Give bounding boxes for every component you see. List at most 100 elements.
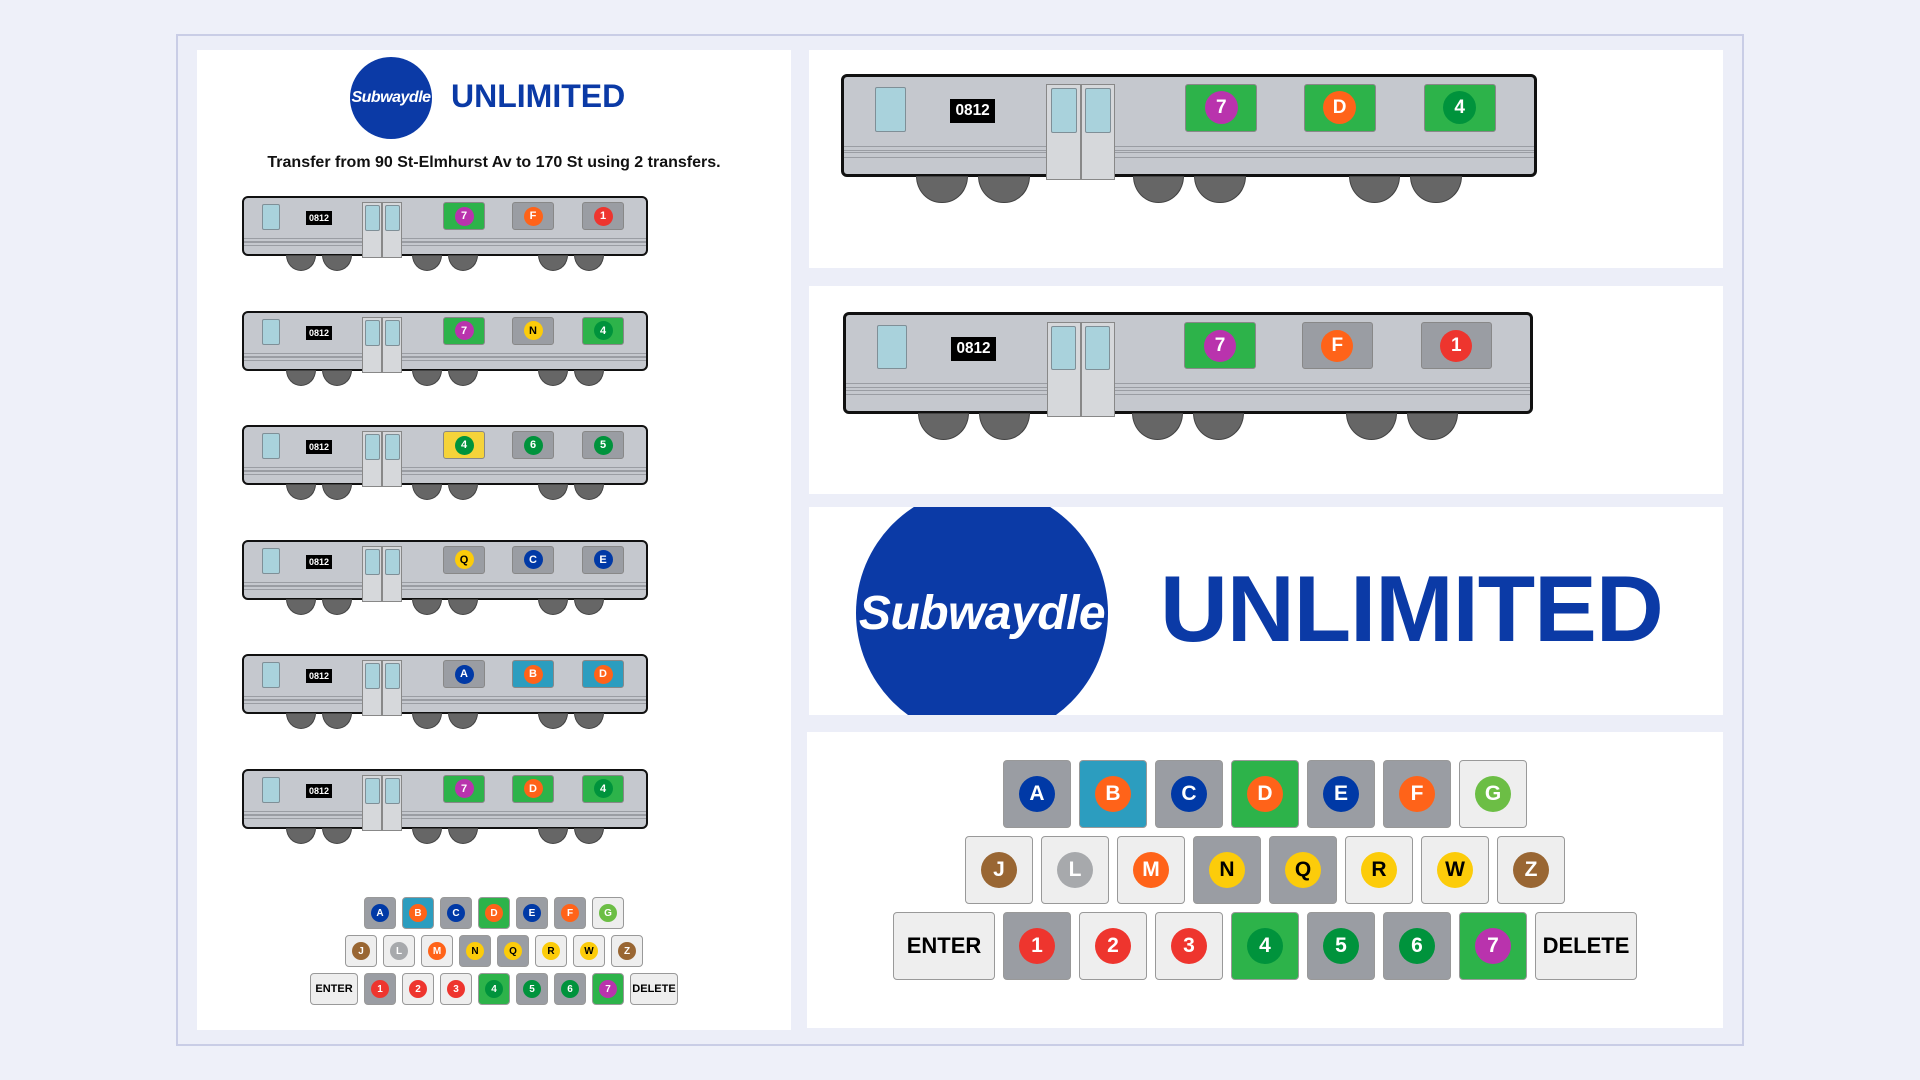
small-key-1[interactable]: 1 <box>364 973 396 1005</box>
car-wheel <box>448 827 478 844</box>
small-key-6[interactable]: 6 <box>554 973 586 1005</box>
car-door <box>1080 83 1115 180</box>
route-bullet-r: R <box>542 942 560 960</box>
small-key-j[interactable]: J <box>345 935 377 967</box>
car-wheel <box>574 484 604 500</box>
guess-car-6: 0812 7 D 4 <box>242 768 648 845</box>
car-window <box>262 547 280 574</box>
key-6[interactable]: 6 <box>1383 912 1451 980</box>
key-a[interactable]: A <box>1003 760 1071 828</box>
key-g[interactable]: G <box>1459 760 1527 828</box>
small-key-e[interactable]: E <box>516 897 548 929</box>
route-slot-1: A <box>443 660 485 688</box>
car-body: 0812 7 F 1 <box>843 312 1534 417</box>
small-key-7[interactable]: 7 <box>592 973 624 1005</box>
zoom-guess-car-1: 0812 7 D 4 <box>841 74 1538 204</box>
car-wheel <box>978 175 1030 204</box>
car-door <box>382 431 402 487</box>
route-slot-2: 6 <box>512 431 554 459</box>
small-key-delete[interactable]: DELETE <box>630 973 678 1005</box>
key-5[interactable]: 5 <box>1307 912 1375 980</box>
car-wheel <box>917 413 969 441</box>
key-7[interactable]: 7 <box>1459 912 1527 980</box>
key-3[interactable]: 3 <box>1155 912 1223 980</box>
car-wheel <box>286 484 316 500</box>
small-key-n[interactable]: N <box>459 935 491 967</box>
car-door <box>382 774 402 831</box>
door-window <box>1084 326 1111 371</box>
game-panel: Subwaydle UNLIMITED Transfer from 90 St-… <box>197 50 791 1030</box>
route-bullet-6: 6 <box>561 980 579 998</box>
small-key-a[interactable]: A <box>364 897 396 929</box>
car-stripe <box>846 389 1531 396</box>
small-key-g[interactable]: G <box>592 897 624 929</box>
car-wheel <box>1407 413 1459 441</box>
key-enter[interactable]: ENTER <box>893 912 995 980</box>
route-bullet-n: N <box>466 942 484 960</box>
car-wheel <box>538 369 568 386</box>
small-key-b[interactable]: B <box>402 897 434 929</box>
logo-icon: Subwaydle <box>350 57 432 139</box>
car-wheel <box>538 827 568 844</box>
door-window <box>385 548 400 575</box>
small-key-w[interactable]: W <box>573 935 605 967</box>
small-key-4[interactable]: 4 <box>478 973 510 1005</box>
key-j[interactable]: J <box>965 836 1033 904</box>
key-4[interactable]: 4 <box>1231 912 1299 980</box>
route-bullet-f: F <box>561 904 579 922</box>
key-w[interactable]: W <box>1421 836 1489 904</box>
small-key-m[interactable]: M <box>421 935 453 967</box>
route-bullet-b: B <box>409 904 427 922</box>
key-2[interactable]: 2 <box>1079 912 1147 980</box>
key-c[interactable]: C <box>1155 760 1223 828</box>
route-slot-3: E <box>582 545 624 574</box>
small-key-5[interactable]: 5 <box>516 973 548 1005</box>
key-n[interactable]: N <box>1193 836 1261 904</box>
route-bullet-5: 5 <box>593 435 613 455</box>
car-wheel <box>286 369 316 386</box>
zoom-train-panel-1: 0812 7 D 4 <box>809 50 1723 268</box>
car-body: 0812 7 D 4 <box>242 768 648 831</box>
key-q[interactable]: Q <box>1269 836 1337 904</box>
route-slot-1: 4 <box>443 431 485 459</box>
route-bullet-6: 6 <box>523 435 543 455</box>
small-key-2[interactable]: 2 <box>402 973 434 1005</box>
small-key-3[interactable]: 3 <box>440 973 472 1005</box>
route-slot-1: 7 <box>443 202 485 230</box>
route-bullet-j: J <box>352 942 370 960</box>
route-bullet-e: E <box>1323 776 1359 812</box>
car-window <box>874 87 906 132</box>
car-stripe <box>244 700 646 704</box>
key-z[interactable]: Z <box>1497 836 1565 904</box>
key-f[interactable]: F <box>1383 760 1451 828</box>
car-body: 0812 A B D <box>242 654 648 716</box>
route-bullet-7: 7 <box>1203 329 1236 362</box>
car-number-plate: 0812 <box>951 337 996 361</box>
small-key-q[interactable]: Q <box>497 935 529 967</box>
key-b[interactable]: B <box>1079 760 1147 828</box>
car-door <box>1046 321 1081 417</box>
route-bullet-7: 7 <box>454 206 474 226</box>
small-key-enter[interactable]: ENTER <box>310 973 358 1005</box>
route-bullet-d: D <box>1247 776 1283 812</box>
car-door <box>1080 321 1115 417</box>
small-key-f[interactable]: F <box>554 897 586 929</box>
key-d[interactable]: D <box>1231 760 1299 828</box>
key-r[interactable]: R <box>1345 836 1413 904</box>
key-delete[interactable]: DELETE <box>1535 912 1637 980</box>
small-key-c[interactable]: C <box>440 897 472 929</box>
guess-car-2: 0812 7 N 4 <box>242 310 648 387</box>
key-e[interactable]: E <box>1307 760 1375 828</box>
route-slot-1: 7 <box>1185 83 1258 132</box>
small-key-r[interactable]: R <box>535 935 567 967</box>
car-wheel <box>916 175 968 204</box>
key-m[interactable]: M <box>1117 836 1185 904</box>
small-key-l[interactable]: L <box>383 935 415 967</box>
small-key-z[interactable]: Z <box>611 935 643 967</box>
small-key-d[interactable]: D <box>478 897 510 929</box>
key-l[interactable]: L <box>1041 836 1109 904</box>
guess-car-4: 0812 Q C E <box>242 539 648 616</box>
route-bullet-z: Z <box>1513 852 1549 888</box>
key-1[interactable]: 1 <box>1003 912 1071 980</box>
route-bullet-n: N <box>523 321 543 340</box>
